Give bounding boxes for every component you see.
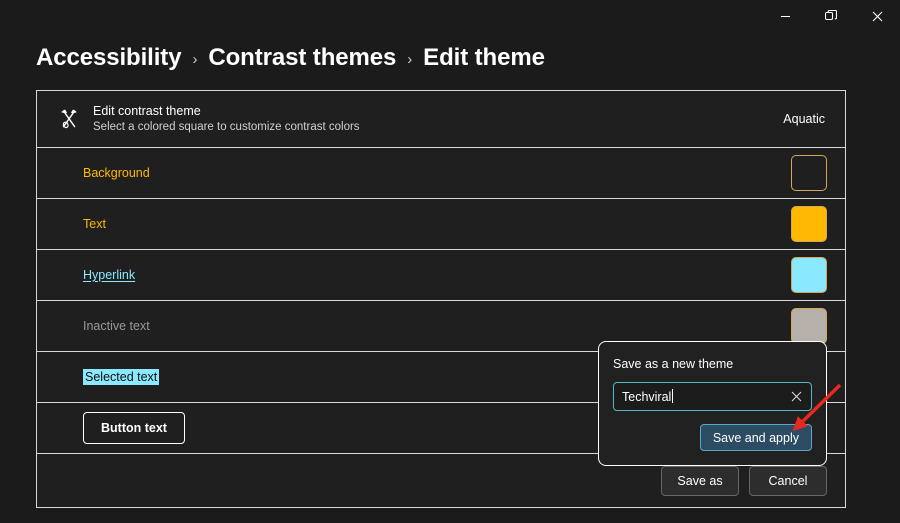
minimize-button[interactable] [762, 0, 808, 32]
save-and-apply-button[interactable]: Save and apply [699, 424, 812, 451]
theme-name-input-value: Techviral [622, 389, 674, 404]
theme-name-label: Aquatic [783, 112, 825, 126]
breadcrumb: Accessibility › Contrast themes › Edit t… [36, 44, 545, 72]
flyout-actions: Save and apply [613, 424, 812, 451]
breadcrumb-item-accessibility[interactable]: Accessibility [36, 44, 182, 72]
theme-name-input[interactable]: Techviral [613, 382, 812, 411]
cancel-button[interactable]: Cancel [749, 465, 827, 496]
color-row-hyperlink[interactable]: Hyperlink [37, 250, 845, 301]
color-swatch-hyperlink[interactable] [791, 257, 827, 293]
clear-x-icon[interactable] [789, 390, 803, 404]
breadcrumb-separator: › [407, 50, 413, 68]
color-row-label: Background [83, 166, 150, 180]
color-swatch-text[interactable] [791, 206, 827, 242]
window-title-bar [0, 0, 900, 32]
color-swatch-background[interactable] [791, 155, 827, 191]
breadcrumb-item-edit-theme: Edit theme [423, 44, 545, 71]
color-swatch-inactive-text[interactable] [791, 308, 827, 344]
close-icon [872, 11, 883, 22]
color-row-label-wrap: Hyperlink [83, 267, 791, 283]
edit-contrast-theme-icon [54, 108, 84, 130]
color-row-label: Text [83, 217, 106, 231]
restore-button[interactable] [808, 0, 854, 32]
card-title: Edit contrast theme [93, 104, 201, 118]
text-caret [672, 389, 674, 403]
card-subtitle: Select a colored square to customize con… [93, 121, 360, 133]
breadcrumb-separator: › [192, 50, 198, 68]
color-row-label[interactable]: Button text [83, 412, 185, 444]
color-row-label: Inactive text [83, 319, 150, 333]
flyout-title: Save as a new theme [613, 357, 734, 371]
breadcrumb-item-contrast-themes[interactable]: Contrast themes [208, 44, 396, 72]
close-button[interactable] [854, 0, 900, 32]
color-row-text[interactable]: Text [37, 199, 845, 250]
minimize-icon [780, 11, 791, 22]
color-row-background[interactable]: Background [37, 148, 845, 199]
save-as-button[interactable]: Save as [661, 465, 739, 496]
color-row-label: Selected text [83, 369, 160, 385]
card-header: Edit contrast theme Select a colored squ… [37, 91, 845, 148]
restore-icon [825, 10, 837, 22]
save-as-new-theme-flyout: Save as a new theme Techviral Save and a… [598, 341, 827, 466]
color-row-label: Hyperlink [83, 268, 136, 282]
card-header-texts: Edit contrast theme Select a colored squ… [93, 103, 783, 135]
